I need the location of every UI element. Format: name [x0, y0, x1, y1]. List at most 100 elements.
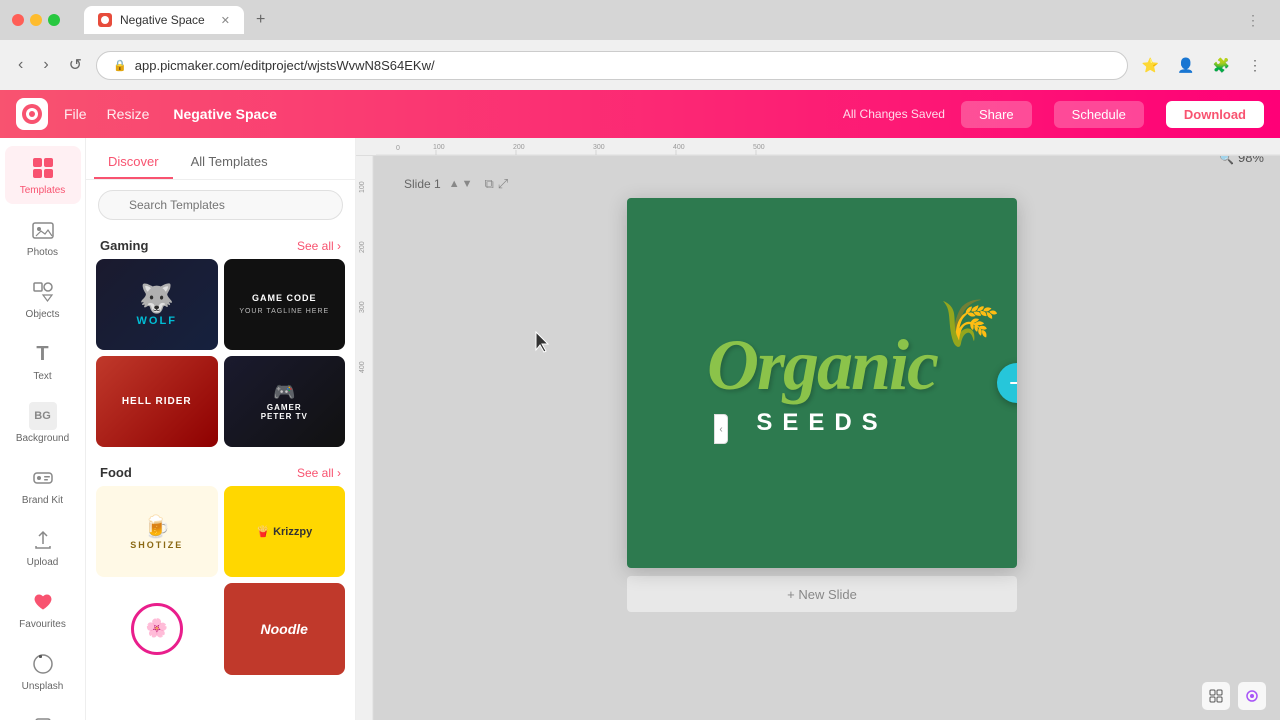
svg-text:500: 500: [753, 144, 765, 151]
unsplash-label: Unsplash: [22, 681, 64, 692]
sidebar-icons: Templates Photos: [0, 138, 86, 720]
more-btn[interactable]: ⋮: [1242, 53, 1268, 78]
browser-menu-btn[interactable]: ⋮: [1246, 12, 1268, 29]
address-bar[interactable]: 🔒 app.picmaker.com/editproject/wjstsWvwN…: [96, 51, 1128, 80]
sidebar-item-unsplash[interactable]: Unsplash: [5, 642, 81, 700]
favourites-label: Favourites: [19, 619, 66, 630]
brand-kit-label: Brand Kit: [22, 495, 63, 506]
svg-text:0: 0: [396, 145, 400, 152]
forward-btn[interactable]: ›: [37, 52, 54, 78]
svg-text:300: 300: [359, 301, 366, 313]
food-section-header: Food See all ›: [86, 457, 355, 486]
wheat-decoration: 🌾: [928, 287, 1003, 360]
templates-tabs: Discover All Templates: [86, 138, 355, 180]
canvas-area: 🔍 98% 0 100 200 300 400: [356, 138, 1280, 720]
back-btn[interactable]: ‹: [12, 52, 29, 78]
upload-label: Upload: [27, 557, 59, 568]
book-demo-icon: [29, 712, 57, 720]
browser-chrome: Negative Space ✕ + ⋮ ‹ › ↺ 🔒 app.picmake…: [0, 0, 1280, 90]
tab-bar: Negative Space ✕ +: [84, 6, 1238, 34]
template-noodle[interactable]: Noodle: [224, 583, 346, 674]
minimize-window-btn[interactable]: [30, 14, 42, 26]
panel-collapse-btn[interactable]: ‹: [714, 414, 728, 444]
download-button[interactable]: Download: [1166, 101, 1264, 128]
seeds-text: SEEDS: [707, 409, 937, 437]
app-logo[interactable]: [16, 98, 48, 130]
bookmark-btn[interactable]: ⭐: [1136, 53, 1165, 78]
tab-all-templates[interactable]: All Templates: [177, 146, 282, 179]
sidebar-item-templates[interactable]: Templates: [5, 146, 81, 204]
template-wolf[interactable]: 🐺 WOLF: [96, 259, 218, 350]
text-icon: T: [29, 340, 57, 368]
food-see-all[interactable]: See all ›: [297, 466, 341, 480]
menu-resize[interactable]: Resize: [107, 106, 150, 122]
search-input[interactable]: [98, 190, 343, 220]
svg-text:300: 300: [593, 144, 605, 151]
grid-view-btn[interactable]: [1202, 682, 1230, 710]
profile-btn[interactable]: 👤: [1171, 53, 1200, 78]
sidebar-item-photos[interactable]: Photos: [5, 208, 81, 266]
templates-panel: Discover All Templates 🔍 Gaming See all …: [86, 138, 356, 720]
browser-tab-active[interactable]: Negative Space ✕: [84, 6, 244, 34]
favourites-icon: [29, 588, 57, 616]
sidebar-item-book-demo[interactable]: Book Demo: [5, 704, 81, 720]
canvas-action-btn[interactable]: [997, 363, 1017, 403]
canvas-scroll[interactable]: Slide 1 ▲ ▼ ⧉ ⤢: [356, 156, 1280, 720]
template-circle-logo[interactable]: 🌸: [96, 583, 218, 674]
slide-canvas[interactable]: 🌾 Organic SEEDS: [627, 198, 1017, 568]
svg-text:100: 100: [433, 144, 445, 151]
app-container: File Resize Negative Space All Changes S…: [0, 90, 1280, 720]
sidebar-item-favourites[interactable]: Favourites: [5, 580, 81, 638]
grid-icon: [1209, 689, 1223, 703]
new-slide-btn[interactable]: + New Slide: [627, 576, 1017, 612]
sidebar-item-brand-kit[interactable]: Brand Kit: [5, 456, 81, 514]
extensions-btn[interactable]: 🧩: [1207, 53, 1236, 78]
nav-actions: ⭐ 👤 🧩 ⋮: [1136, 53, 1268, 78]
tab-discover[interactable]: Discover: [94, 146, 173, 179]
template-hellrider[interactable]: HELL RIDER: [96, 356, 218, 447]
canvas-action-icon: [1008, 374, 1017, 392]
text-label: Text: [33, 371, 51, 382]
food-title: Food: [100, 465, 132, 480]
url-text: app.picmaker.com/editproject/wjstsWvwN8S…: [135, 58, 435, 73]
slide-copy-btn[interactable]: ⧉: [484, 176, 493, 192]
save-status: All Changes Saved: [843, 107, 945, 121]
app-body: Templates Photos: [0, 138, 1280, 720]
unsplash-icon: [29, 650, 57, 678]
svg-text:400: 400: [673, 144, 685, 151]
organic-seeds-design: 🌾 Organic SEEDS: [707, 329, 937, 437]
templates-label: Templates: [20, 185, 66, 196]
slide-nav-down[interactable]: ▼: [462, 178, 473, 190]
browser-titlebar: Negative Space ✕ + ⋮: [0, 0, 1280, 40]
tab-close-btn[interactable]: ✕: [221, 14, 230, 27]
template-gamecode[interactable]: GAME CODEYOUR TAGLINE HERE: [224, 259, 346, 350]
share-button[interactable]: Share: [961, 101, 1032, 128]
traffic-lights: [12, 14, 60, 26]
sidebar-item-objects[interactable]: Objects: [5, 270, 81, 328]
close-window-btn[interactable]: [12, 14, 24, 26]
svg-text:400: 400: [359, 361, 366, 373]
template-krizzpy[interactable]: 🍟 Krizzpy: [224, 486, 346, 577]
refresh-btn[interactable]: ↺: [63, 51, 88, 79]
sidebar-item-upload[interactable]: Upload: [5, 518, 81, 576]
project-name[interactable]: Negative Space: [173, 106, 277, 122]
sidebar-item-text[interactable]: T Text: [5, 332, 81, 390]
ruler-top: 0 100 200 300 400 500: [356, 138, 1280, 156]
new-tab-btn[interactable]: +: [248, 7, 273, 33]
gaming-template-grid: 🐺 WOLF GAME CODEYOUR TAGLINE HERE HELL R…: [86, 259, 355, 457]
template-gamer[interactable]: 🎮 GAMERPETER TV: [224, 356, 346, 447]
schedule-button[interactable]: Schedule: [1054, 101, 1144, 128]
settings-btn[interactable]: [1238, 682, 1266, 710]
menu-file[interactable]: File: [64, 106, 87, 122]
gaming-see-all[interactable]: See all ›: [297, 239, 341, 253]
gaming-title: Gaming: [100, 238, 148, 253]
objects-icon: [29, 278, 57, 306]
search-bar: 🔍: [86, 180, 355, 230]
slide-nav-up[interactable]: ▲: [449, 178, 460, 190]
maximize-window-btn[interactable]: [48, 14, 60, 26]
organic-text: Organic: [707, 329, 937, 401]
slide-expand-btn[interactable]: ⤢: [498, 176, 508, 192]
sidebar-item-background[interactable]: BG Background: [5, 394, 81, 452]
slide-label: Slide 1: [404, 177, 441, 191]
template-shotize[interactable]: 🍺 SHOTIZE: [96, 486, 218, 577]
